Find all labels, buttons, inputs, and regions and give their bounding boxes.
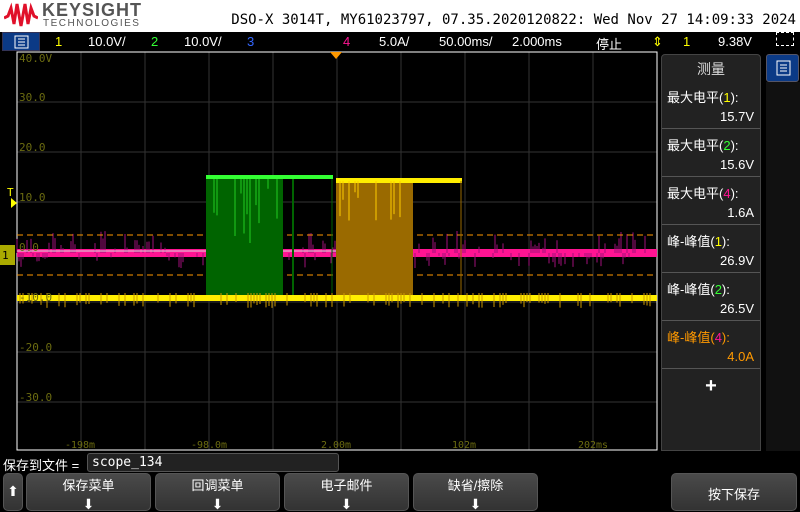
arrow-down-icon: ⬇ [469,496,482,512]
ch2-high [206,175,333,179]
arrow-up-icon: ⬆ [7,483,19,499]
arrow-down-icon: ⬇ [211,496,224,512]
measurement-label[interactable]: 最大电平(2): [662,129,760,154]
softkey-recall-menu[interactable]: 回调菜单 ⬇ [155,473,280,511]
x-axis-label: 2.00m [321,440,351,451]
measurement-label[interactable]: 峰-峰值(1): [662,225,760,250]
ch1-num[interactable]: 1 [55,34,62,49]
title-bar: KEYSIGHT TECHNOLOGIES DSO-X 3014T, MY610… [0,0,800,32]
ch4-scale[interactable]: 5.0A/ [379,34,409,49]
brand-sub: TECHNOLOGIES [43,18,141,29]
status-bar: 1 10.0V/ 2 10.0V/ 3 4 5.0A/ 50.00ms/ 2.0… [0,32,800,52]
measurement-label[interactable]: 最大电平(1): [662,81,760,106]
trigger-edge-icon: ⇕ [652,34,663,49]
ch1-baseline [17,295,657,301]
y-axis-label: -20.0 [19,341,52,354]
softkey-up-button[interactable]: ⬆ [3,473,23,511]
arrow-down-icon: ⬇ [340,496,353,512]
y-axis-label: -30.0 [19,391,52,404]
ch2-num[interactable]: 2 [151,34,158,49]
save-to-file-label: 保存到文件 = [3,458,80,473]
measurement-value: 15.7V [662,106,760,129]
ch4-num[interactable]: 4 [343,34,350,49]
trigger-source[interactable]: 1 [683,34,690,49]
measurement-value: 15.6V [662,154,760,177]
y-axis-label: 40.0V [19,52,52,65]
y-axis-label: 10.0 [19,191,46,204]
trigger-level-label: T [7,186,14,199]
menu-icon [14,35,29,49]
trigger-level-marker [11,198,17,208]
keysight-logo [4,2,38,27]
trigger-level[interactable]: 9.38V [718,34,752,49]
measurement-label[interactable]: 峰-峰值(2): [662,273,760,298]
add-measurement-button[interactable]: + [662,369,760,398]
zoom-box-icon[interactable] [776,32,794,46]
y-axis-label: -10.0 [19,291,52,304]
arrow-down-icon: ⬇ [82,496,95,512]
softkey-email[interactable]: 电子邮件 ⬇ [284,473,409,511]
measurement-label[interactable]: 峰-峰值(4): [662,321,760,346]
delay[interactable]: 2.000ms [512,34,562,49]
measurement-value: 26.9V [662,250,760,273]
softkey-default-erase[interactable]: 缺省/擦除 ⬇ [413,473,538,511]
x-axis-label: -198m [65,440,95,451]
x-axis-label: -98.0m [191,440,227,451]
main-menu-button[interactable] [2,32,40,51]
measurement-label[interactable]: 最大电平(4): [662,177,760,202]
ch3-num[interactable]: 3 [247,34,254,49]
trigger-position-marker [330,52,342,59]
ch1-ground-label: 1 [2,249,9,262]
measurement-value: 26.5V [662,298,760,321]
measurement-value: 4.0A [662,346,760,369]
waveform-display[interactable]: 40.0V 30.0 20.0 10.0 0.0 -10.0 -20.0 -30.0 -198m… [0,51,660,451]
press-save-button[interactable]: 按下保存 [671,473,797,511]
side-strip [766,82,800,451]
x-axis-label: 202ms [578,440,608,451]
y-axis-label: 20.0 [19,141,46,154]
x-axis-label: 102m [452,440,476,451]
y-axis-label: 0.0 [19,241,39,254]
measurements-title: 测量 [697,61,725,77]
menu-icon [776,60,791,76]
device-title: DSO-X 3014T, MY61023797, 07.35.202012082… [231,12,796,28]
timebase[interactable]: 50.00ms/ [439,34,492,49]
y-axis-label: 30.0 [19,91,46,104]
filename-field[interactable]: scope_134 [87,453,339,472]
softkey-save-menu[interactable]: 保存菜单 ⬇ [26,473,151,511]
ch2-scale[interactable]: 10.0V/ [184,34,222,49]
ch1-scale[interactable]: 10.0V/ [88,34,126,49]
measurements-panel: 测量 最大电平(1): 15.7V 最大电平(2): 15.6V 最大电平(4): … [661,54,761,451]
side-menu-button[interactable] [766,54,799,82]
measurement-value: 1.6A [662,202,760,225]
ch1-burst [336,180,413,298]
